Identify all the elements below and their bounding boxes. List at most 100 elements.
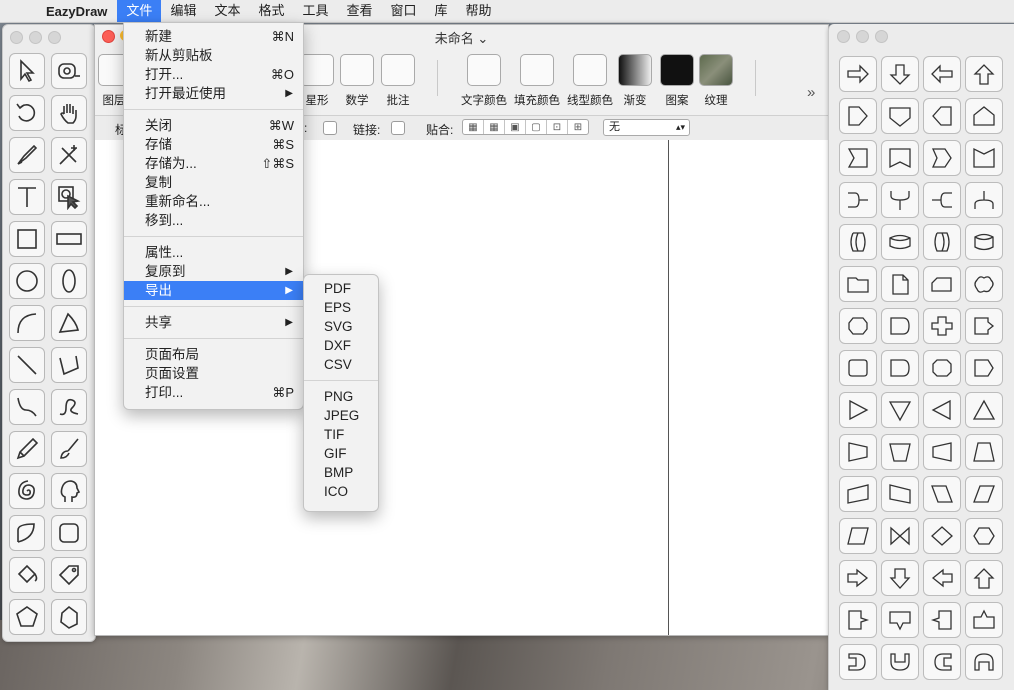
wedge-tool[interactable] [51,305,87,341]
menu-help[interactable]: 帮助 [457,0,501,22]
menu-item-duplicate[interactable]: 复制 [124,173,303,192]
bezier-corner-tool[interactable] [9,515,45,551]
palette-zoom-button[interactable] [48,31,61,44]
arrow-pentagon-up-shape-button[interactable] [965,560,1003,596]
menu-item-move-to[interactable]: 移到... [124,211,303,230]
menu-edit[interactable]: 编辑 [161,0,205,22]
u-turn-left-shape-button[interactable] [923,644,961,680]
brush-tool[interactable] [51,431,87,467]
u-turn-right-shape-button[interactable] [839,644,877,680]
export-pdf[interactable]: PDF [304,279,378,298]
circle-tool[interactable] [9,263,45,299]
pentagon-right-shape-button[interactable] [839,98,877,134]
rounded-rect-shape-button[interactable] [839,350,877,386]
menu-item-page-layout[interactable]: 页面布局 [124,345,303,364]
pentagon-left-shape-button[interactable] [923,98,961,134]
menu-item-print[interactable]: 打印... ⌘P [124,383,303,402]
spiral-tool[interactable] [9,473,45,509]
snap-center-button[interactable]: ⊡ [547,120,568,134]
bracket-right-shape-button[interactable] [839,182,877,218]
cross-shape-button[interactable] [923,308,961,344]
menu-item-save[interactable]: 存储 ⌘S [124,135,303,154]
curve-tool[interactable] [9,389,45,425]
chevron-notch-left-shape-button[interactable] [839,140,877,176]
triangle-down-shape-button[interactable] [881,392,919,428]
export-svg[interactable]: SVG [304,317,378,336]
arrow-down-shape-button[interactable] [881,56,919,92]
shapes-zoom-button[interactable] [875,30,888,43]
export-gif[interactable]: GIF [304,444,378,463]
palette-minimize-button[interactable] [29,31,42,44]
toolbar-texture[interactable]: 纹理 [689,54,743,108]
bracket-down-shape-button[interactable] [881,182,919,218]
document-shape-button[interactable] [881,266,919,302]
export-tif[interactable]: TIF [304,425,378,444]
bracket-up-shape-button[interactable] [965,182,1003,218]
menu-item-close[interactable]: 关闭 ⌘W [124,116,303,135]
menu-tools[interactable]: 工具 [293,0,337,22]
parallelogram-left-shape-button[interactable] [965,476,1003,512]
card-shape-button[interactable] [923,266,961,302]
ribbon-shape-button[interactable] [881,140,919,176]
profile-tool[interactable] [51,473,87,509]
cloud-blob-shape-button[interactable] [965,266,1003,302]
select-target-tool[interactable] [51,179,87,215]
menu-item-open[interactable]: 打开... ⌘O [124,65,303,84]
shapes-close-button[interactable] [837,30,850,43]
hand-tool[interactable] [51,95,87,131]
snap-bounds-button[interactable]: ▢ [526,120,547,134]
arrow-tool[interactable] [9,53,45,89]
toolbar-fill-color[interactable]: 填充颜色 [510,54,564,108]
arc-tool[interactable] [9,305,45,341]
callout-up-shape-button[interactable] [965,602,1003,638]
export-csv[interactable]: CSV [304,355,378,374]
snap-object-button[interactable]: ▣ [505,120,526,134]
menu-library[interactable]: 库 [426,0,457,22]
snap-cross-button[interactable]: ⊞ [568,120,588,134]
rotate-tool[interactable] [9,95,45,131]
pentagon-up-shape-button[interactable] [965,98,1003,134]
rectangle-tool[interactable] [9,221,45,257]
parallelogram-right-shape-button[interactable] [923,476,961,512]
menu-item-save-as[interactable]: 存储为... ⇧⌘S [124,154,303,173]
hexagon-shape-button[interactable] [965,518,1003,554]
toolbar-overflow-button[interactable]: » [807,84,815,101]
export-jpeg[interactable]: JPEG [304,406,378,425]
rounded-rect-tool[interactable] [51,515,87,551]
trapezoid-left-shape-button[interactable] [923,434,961,470]
style-select[interactable]: 无 ▴▾ [603,119,690,136]
arrow-pentagon-down-shape-button[interactable] [881,560,919,596]
skew-shape-button[interactable] [839,476,877,512]
menu-item-new-from-clipboard[interactable]: 新从剪贴板 [124,46,303,65]
freeform-curve-tool[interactable] [51,389,87,425]
cylinder-horizontal-shape-button[interactable] [839,224,877,260]
callout-down-shape-button[interactable] [881,602,919,638]
menu-window[interactable]: 窗口 [382,0,426,22]
format-checkbox[interactable] [323,121,337,135]
toolbar-text-color[interactable]: 文字颜色 [457,54,511,108]
callout-left-shape-button[interactable] [923,602,961,638]
arrow-left-shape-button[interactable] [923,56,961,92]
menu-view[interactable]: 查看 [338,0,382,22]
export-dxf[interactable]: DXF [304,336,378,355]
callout-right-shape-button[interactable] [839,602,877,638]
export-eps[interactable]: EPS [304,298,378,317]
fill-bucket-tool[interactable] [9,557,45,593]
palette-close-button[interactable] [10,31,23,44]
arrow-up-shape-button[interactable] [965,56,1003,92]
link-checkbox[interactable] [391,121,405,135]
trapezoid-down-shape-button[interactable] [881,434,919,470]
notch-top-shape-button[interactable] [965,140,1003,176]
menu-format[interactable]: 格式 [249,0,293,22]
menu-text[interactable]: 文本 [205,0,249,22]
menu-item-export[interactable]: 导出 ▶ [124,281,303,300]
octagon-shape-button[interactable] [839,308,877,344]
line-tool[interactable] [9,347,45,383]
tag-right-shape-button[interactable] [965,350,1003,386]
tag-tool[interactable] [51,557,87,593]
trapezoid-right-shape-button[interactable] [839,434,877,470]
menu-item-new[interactable]: 新建 ⌘N [124,27,303,46]
menu-item-properties[interactable]: 属性... [124,243,303,262]
d-shape-button[interactable] [881,350,919,386]
chevron-right-shape-button[interactable] [923,140,961,176]
